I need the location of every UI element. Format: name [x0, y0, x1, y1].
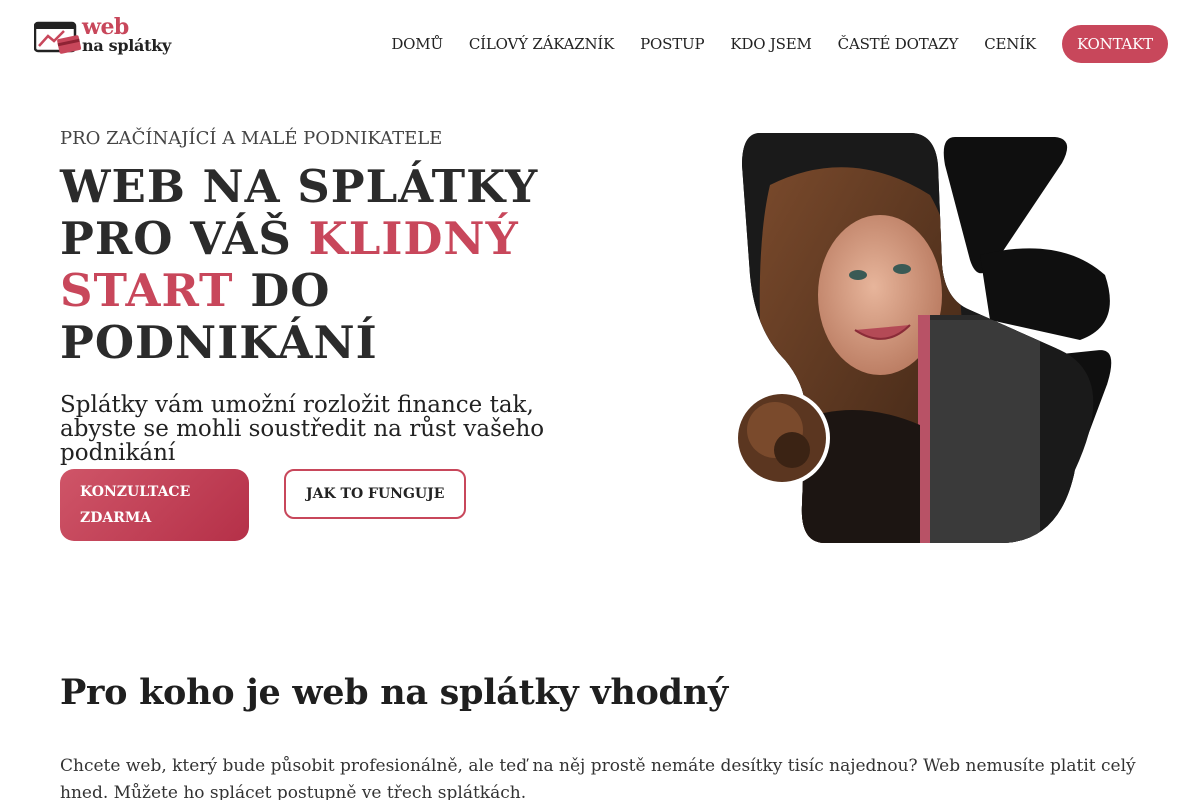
- nav-item-cilovy-zakaznik[interactable]: CÍLOVÝ ZÁKAZNÍK: [469, 25, 614, 63]
- hero-subline: Splátky vám umožní rozložit finance tak,…: [60, 392, 545, 466]
- nav-item-cenik[interactable]: CENÍK: [984, 25, 1036, 63]
- nav-item-caste-dotazy[interactable]: ČASTÉ DOTAZY: [838, 25, 959, 63]
- hero-portrait: [734, 133, 1118, 543]
- main-nav: DOMŮ CÍLOVÝ ZÁKAZNÍK POSTUP KDO JSEM ČAS…: [365, 25, 1168, 63]
- section-title: Pro koho je web na splátky vhodný: [60, 672, 728, 713]
- free-consultation-button[interactable]: KONZULTACE ZDARMA: [60, 469, 249, 541]
- section-body: Chcete web, který bude působit profesion…: [60, 756, 1136, 800]
- how-it-works-button[interactable]: JAK TO FUNGUJE: [284, 469, 467, 519]
- contact-button[interactable]: KONTAKT: [1061, 25, 1168, 63]
- hero-cta-row: KONZULTACE ZDARMA JAK TO FUNGUJE: [60, 469, 467, 541]
- nav-item-kdo-jsem[interactable]: KDO JSEM: [730, 25, 811, 63]
- brand-line-2: na splátky: [82, 36, 171, 55]
- site-header: web na splátky DOMŮ CÍLOVÝ ZÁKAZNÍK POST…: [0, 0, 1200, 88]
- hero-eyebrow: PRO ZAČÍNAJÍCÍ A MALÉ PODNIKATELE: [60, 128, 443, 149]
- browser-card-icon: [34, 21, 82, 54]
- brand-logo[interactable]: web na splátky: [34, 14, 174, 60]
- hero-headline: WEB NA SPLÁTKY PRO VÁŠ KLIDNÝ START DO P…: [60, 161, 620, 369]
- nav-item-postup[interactable]: POSTUP: [640, 25, 704, 63]
- hero-text: PRO ZAČÍNAJÍCÍ A MALÉ PODNIKATELE WEB NA…: [60, 128, 620, 465]
- nav-item-domu[interactable]: DOMŮ: [391, 25, 443, 63]
